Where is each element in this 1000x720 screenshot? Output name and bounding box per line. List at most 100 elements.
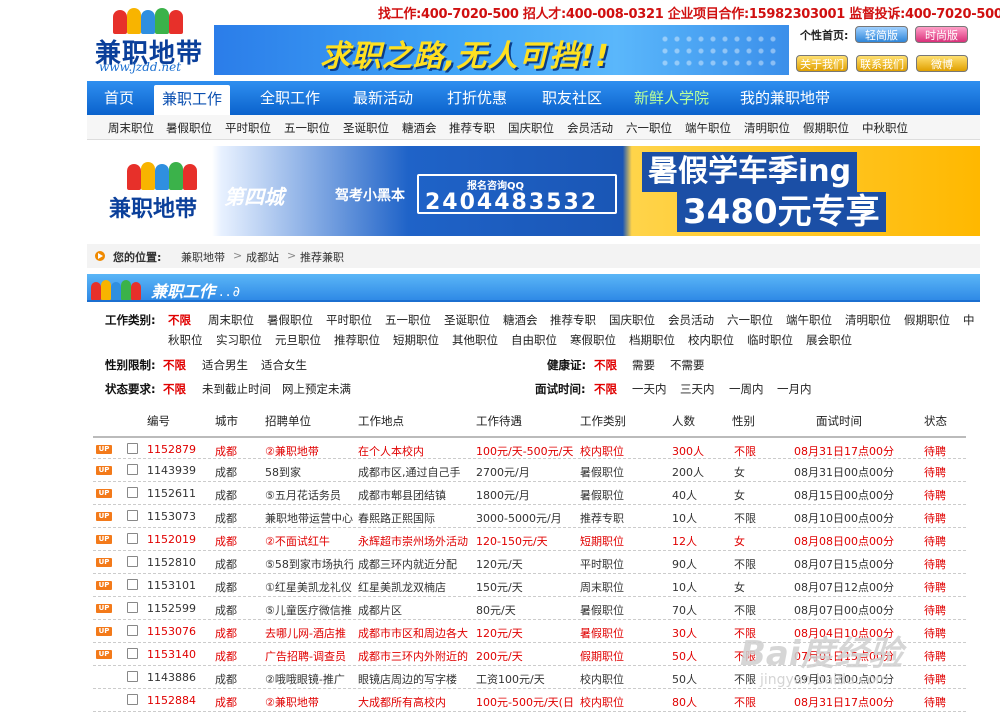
row-checkbox[interactable]	[127, 694, 138, 705]
job-type-option[interactable]: 假期职位	[904, 312, 950, 328]
job-type-option[interactable]: 秋职位	[168, 332, 203, 348]
row-checkbox[interactable]	[127, 625, 138, 636]
subnav-item[interactable]: 暑假职位	[166, 120, 212, 136]
weibo-button[interactable]: 微博	[916, 55, 968, 72]
table-row[interactable]: UP 1152879 成都 ②兼职地带 在个人本校内 100元/天-500元/天 校内职位 3…	[93, 436, 966, 459]
row-checkbox[interactable]	[127, 648, 138, 659]
row-company[interactable]: 兼职地带运营中心	[265, 510, 353, 526]
about-us-button[interactable]: 关于我们	[796, 55, 848, 72]
nav-events[interactable]: 最新活动	[353, 81, 413, 115]
job-type-option[interactable]: 实习职位	[216, 332, 262, 348]
status-option[interactable]: 网上预定未满	[282, 381, 351, 397]
row-company[interactable]: ②哦哦眼镜-推广	[265, 671, 353, 687]
nav-fulltime[interactable]: 全职工作	[260, 81, 320, 115]
job-type-option[interactable]: 圣诞职位	[444, 312, 490, 328]
table-row[interactable]: UP 1143939 成都 58到家 成都市区,通过自己手 2700元/月 暑假职位 200人…	[93, 459, 966, 482]
row-company[interactable]: ①红星美凯龙礼仪	[265, 579, 353, 595]
row-checkbox[interactable]	[127, 579, 138, 590]
health-option[interactable]: 需要	[632, 357, 655, 373]
row-checkbox[interactable]	[127, 443, 138, 454]
fashion-version-button[interactable]: 时尚版	[915, 26, 968, 43]
job-type-option[interactable]: 周末职位	[208, 312, 254, 328]
nav-community[interactable]: 职友社区	[542, 81, 602, 115]
subnav-item[interactable]: 圣诞职位	[343, 120, 389, 136]
job-type-option[interactable]: 平时职位	[326, 312, 372, 328]
job-type-option[interactable]: 寒假职位	[570, 332, 616, 348]
job-type-option[interactable]: 暑假职位	[267, 312, 313, 328]
job-type-option[interactable]: 推荐专职	[550, 312, 596, 328]
job-type-option[interactable]: 国庆职位	[609, 312, 655, 328]
subnav-item[interactable]: 假期职位	[803, 120, 849, 136]
site-logo[interactable]: 兼职地带 www.jzdd.net	[95, 8, 207, 74]
contact-us-button[interactable]: 联系我们	[856, 55, 908, 72]
job-type-option[interactable]: 糖酒会	[503, 312, 538, 328]
breadcrumb-item-home[interactable]: 兼职地带	[181, 249, 225, 265]
simple-version-button[interactable]: 轻简版	[855, 26, 908, 43]
job-type-option[interactable]: 展会职位	[806, 332, 852, 348]
table-row[interactable]: 1152884 成都 ②兼职地带 大成都所有高校内 100元-500元/天(日 校内职位 8…	[93, 689, 966, 712]
subnav-item[interactable]: 平时职位	[225, 120, 271, 136]
table-row[interactable]: UP 1152611 成都 ⑤五月花话务员 成都市郫县团结镇 1800元/月 暑假职位 40人…	[93, 482, 966, 505]
subnav-item[interactable]: 国庆职位	[508, 120, 554, 136]
table-row[interactable]: UP 1153101 成都 ①红星美凯龙礼仪 红星美凯龙双楠店 150元/天 周末职位 10人…	[93, 574, 966, 597]
row-company[interactable]: ②兼职地带	[265, 443, 353, 459]
job-type-option[interactable]: 短期职位	[393, 332, 439, 348]
nav-academy[interactable]: 新鲜人学院	[634, 81, 709, 115]
job-type-option[interactable]: 清明职位	[845, 312, 891, 328]
job-type-option[interactable]: 中	[963, 312, 975, 328]
row-company[interactable]: ②不面试红牛	[265, 533, 353, 549]
interview-option[interactable]: 三天内	[680, 381, 715, 397]
job-type-option[interactable]: 元旦职位	[275, 332, 321, 348]
subnav-item[interactable]: 糖酒会	[402, 120, 437, 136]
row-checkbox[interactable]	[127, 487, 138, 498]
gender-option[interactable]: 不限	[163, 357, 186, 373]
job-type-option[interactable]: 端午职位	[786, 312, 832, 328]
job-type-option[interactable]: 档期职位	[629, 332, 675, 348]
row-company[interactable]: ⑤儿童医疗微信推	[265, 602, 353, 618]
nav-my-zone[interactable]: 我的兼职地带	[740, 81, 830, 115]
row-checkbox[interactable]	[127, 464, 138, 475]
status-option[interactable]: 未到截止时间	[202, 381, 271, 397]
row-checkbox[interactable]	[127, 510, 138, 521]
subnav-item[interactable]: 清明职位	[744, 120, 790, 136]
nav-parttime[interactable]: 兼职工作	[154, 85, 231, 115]
row-checkbox[interactable]	[127, 602, 138, 613]
interview-option[interactable]: 不限	[594, 381, 617, 397]
job-type-option[interactable]: 其他职位	[452, 332, 498, 348]
row-checkbox[interactable]	[127, 671, 138, 682]
row-checkbox[interactable]	[127, 556, 138, 567]
row-company[interactable]: 去哪儿网-酒店推	[265, 625, 353, 641]
row-company[interactable]: ⑤五月花话务员	[265, 487, 353, 503]
job-type-option[interactable]: 自由职位	[511, 332, 557, 348]
table-row[interactable]: UP 1153073 成都 兼职地带运营中心 春熙路正熙国际 3000-5000元/月 推荐…	[93, 505, 966, 528]
subnav-item[interactable]: 中秋职位	[862, 120, 908, 136]
status-option[interactable]: 不限	[163, 381, 186, 397]
row-checkbox[interactable]	[127, 533, 138, 544]
job-type-option[interactable]: 不限	[168, 312, 191, 328]
nav-discounts[interactable]: 打折优惠	[447, 81, 507, 115]
subnav-item[interactable]: 六一职位	[626, 120, 672, 136]
table-row[interactable]: UP 1152019 成都 ②不面试红牛 永辉超市崇州场外活动 120-150元/天 短期职…	[93, 528, 966, 551]
subnav-item[interactable]: 端午职位	[685, 120, 731, 136]
subnav-item[interactable]: 周末职位	[108, 120, 154, 136]
interview-option[interactable]: 一月内	[777, 381, 812, 397]
row-company[interactable]: ②兼职地带	[265, 694, 353, 710]
breadcrumb-item-city[interactable]: 成都站	[246, 249, 279, 265]
health-option[interactable]: 不限	[594, 357, 617, 373]
job-type-option[interactable]: 五一职位	[385, 312, 431, 328]
job-type-option[interactable]: 六一职位	[727, 312, 773, 328]
row-company[interactable]: 58到家	[265, 464, 353, 480]
ad-banner[interactable]: 兼职地带 第四城 驾考小黑本 报名咨询QQ 2404483532 暑假学车季in…	[87, 146, 980, 236]
table-row[interactable]: UP 1152810 成都 ⑤58到家市场执行 成都三环内就近分配 120元/天 平时职位 9…	[93, 551, 966, 574]
interview-option[interactable]: 一周内	[729, 381, 764, 397]
row-company[interactable]: 广告招聘-调查员	[265, 648, 353, 664]
job-type-option[interactable]: 会员活动	[668, 312, 714, 328]
interview-option[interactable]: 一天内	[632, 381, 667, 397]
job-type-option[interactable]: 校内职位	[688, 332, 734, 348]
job-type-option[interactable]: 临时职位	[747, 332, 793, 348]
nav-home[interactable]: 首页	[104, 81, 134, 115]
subnav-item[interactable]: 五一职位	[284, 120, 330, 136]
row-company[interactable]: ⑤58到家市场执行	[265, 556, 353, 572]
job-type-option[interactable]: 推荐职位	[334, 332, 380, 348]
gender-option[interactable]: 适合女生	[261, 357, 307, 373]
